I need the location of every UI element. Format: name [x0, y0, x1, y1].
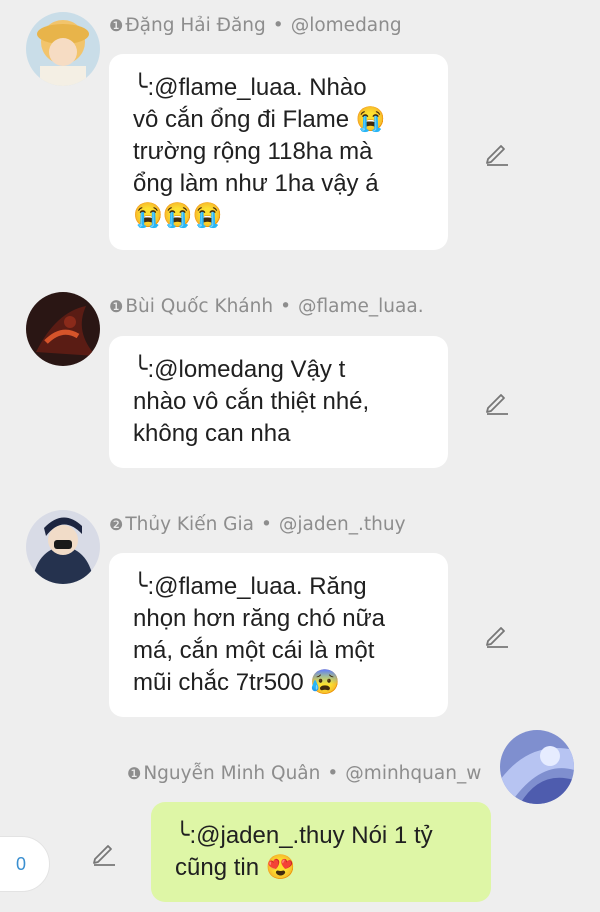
pencil-icon[interactable] [484, 622, 510, 648]
comment-meta: ❶ Nguyễn Minh Quân • @minhquan_w [127, 763, 481, 784]
comment-bubble[interactable]: ╰:@lomedang Vậy t nhào vô cắn thiệt nhé,… [109, 336, 448, 468]
comment-text-line: vô cắn ổng đi Flame 😭 [133, 106, 386, 133]
author-handle[interactable]: @lomedang [291, 15, 402, 36]
comment-text-line: nhào vô cắn thiệt nhé, [133, 388, 370, 415]
comment-text-line: cũng tin 😍 [175, 854, 296, 881]
comment-bubble[interactable]: ╰:@jaden_.thuy Nói 1 tỷ cũng tin 😍 [151, 802, 491, 902]
author-handle[interactable]: @minhquan_w [345, 763, 481, 784]
avatar[interactable] [26, 12, 100, 86]
comment-text-line: ╰:@jaden_.thuy Nói 1 tỷ [175, 822, 433, 849]
comment-text-line: ╰:@lomedang Vậy t [133, 356, 346, 383]
comment-text-line: nhọn hơn răng chó nữa [133, 605, 385, 632]
pencil-icon[interactable] [91, 840, 117, 866]
author-handle[interactable]: @flame_luaa. [298, 296, 424, 317]
comment-text-line: ╰:@flame_luaa. Nhào [133, 74, 367, 101]
comment-bubble[interactable]: ╰:@flame_luaa. Nhào vô cắn ổng đi Flame … [109, 54, 448, 250]
comment-text-line: ổng làm như 1ha vậy á [133, 170, 379, 197]
reaction-counter[interactable]: 0 [0, 836, 50, 892]
reply-level-badge: ❶ [109, 297, 124, 316]
comment-text-line: không can nha [133, 420, 291, 447]
comment-text-line: ╰:@flame_luaa. Răng [133, 573, 367, 600]
comment-meta: ❶ Bùi Quốc Khánh • @flame_luaa. [109, 296, 424, 317]
comment-text-line: 😭😭😭 [133, 202, 223, 229]
separator: • [261, 514, 272, 535]
comment-text-line: má, cắn một cái là một [133, 637, 375, 664]
avatar[interactable] [26, 292, 100, 366]
reply-level-badge: ❶ [127, 764, 142, 783]
separator: • [272, 15, 284, 36]
author-handle[interactable]: @jaden_.thuy [279, 514, 406, 535]
avatar[interactable] [500, 730, 574, 804]
reply-level-badge: ❶ [109, 16, 124, 35]
avatar[interactable] [26, 510, 100, 584]
comment-text-line: mũi chắc 7tr500 😰 [133, 669, 341, 696]
pencil-icon[interactable] [484, 389, 510, 415]
author-name[interactable]: Thủy Kiến Gia [125, 514, 254, 535]
comment-text-line: trường rộng 118ha mà [133, 138, 373, 165]
comment-bubble[interactable]: ╰:@flame_luaa. Răng nhọn hơn răng chó nữ… [109, 553, 448, 717]
author-name[interactable]: Nguyễn Minh Quân [143, 763, 320, 784]
comment-meta: ❶ Đặng Hải Đăng • @lomedang [109, 15, 402, 36]
separator: • [327, 763, 339, 784]
reply-level-badge: ❷ [109, 515, 124, 534]
comment-meta: ❷ Thủy Kiến Gia • @jaden_.thuy [109, 514, 406, 535]
pencil-icon[interactable] [484, 140, 510, 166]
separator: • [280, 296, 292, 317]
author-name[interactable]: Bùi Quốc Khánh [125, 296, 273, 317]
author-name[interactable]: Đặng Hải Đăng [125, 15, 265, 36]
